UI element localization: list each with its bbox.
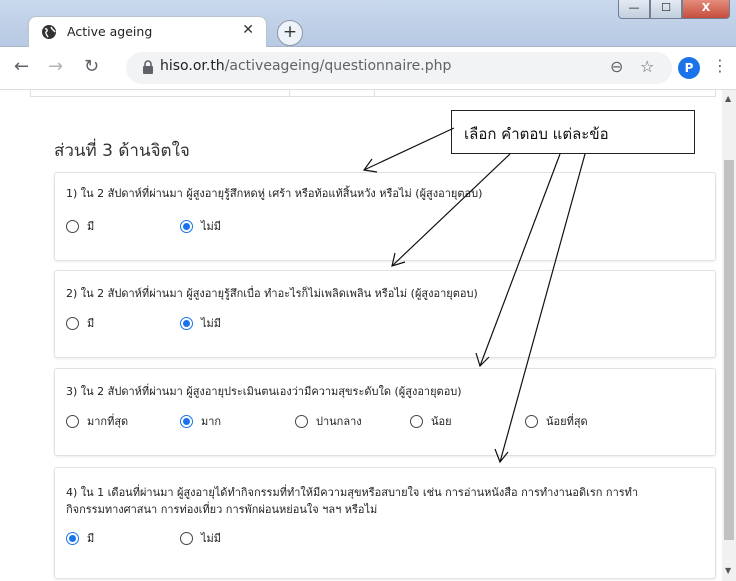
option-label: มี [87, 220, 95, 233]
question-text-line-2: กิจกรรมทางศาสนา การท่องเที่ยว การพักผ่อน… [66, 503, 378, 516]
question-text: 3) ใน 2 สัปดาห์ที่ผ่านมา ผู้สูงอายุประเม… [66, 385, 462, 398]
address-bar[interactable]: hiso.or.th/activeageing/questionnaire.ph… [126, 52, 672, 84]
radio-button[interactable] [66, 316, 79, 330]
url-text: hiso.or.th/activeageing/questionnaire.ph… [160, 58, 451, 74]
question-text: 2) ใน 2 สัปดาห์ที่ผ่านมา ผู้สูงอายุรู้สึ… [66, 287, 478, 300]
radio-button[interactable] [525, 414, 538, 428]
question-card-3: 3) ใน 2 สัปดาห์ที่ผ่านมา ผู้สูงอายุประเม… [54, 368, 716, 456]
scroll-down-arrow-icon[interactable]: ▼ [725, 566, 731, 575]
option-least[interactable]: น้อยที่สุด [525, 412, 588, 430]
back-arrow-icon[interactable]: ← [14, 56, 29, 77]
scroll-up-arrow-icon[interactable]: ▲ [725, 94, 731, 103]
option-label: ไม่มี [201, 532, 222, 545]
option-label: น้อยที่สุด [546, 415, 588, 428]
radio-button[interactable] [66, 219, 79, 233]
option-have[interactable]: มี [66, 529, 94, 547]
option-label: น้อย [431, 415, 452, 428]
callout-text: เลือก คำตอบ แต่ละข้อ [464, 125, 609, 143]
radio-button[interactable] [410, 414, 423, 428]
question-card-1: 1) ใน 2 สัปดาห์ที่ผ่านมา ผู้สูงอายุรู้สึ… [54, 172, 716, 261]
bookmark-star-icon[interactable]: ☆ [640, 57, 654, 76]
page-viewport: ส่วนที่ 3 ด้านจิตใจ 1) ใน 2 สัปดาห์ที่ผ่… [22, 90, 722, 581]
question-card-4: 4) ใน 1 เดือนที่ผ่านมา ผู้สูงอายุได้ทำกิ… [54, 467, 716, 579]
option-label: ปานกลาง [316, 415, 362, 428]
question-text: 1) ใน 2 สัปดาห์ที่ผ่านมา ผู้สูงอายุรู้สึ… [66, 187, 483, 200]
option-much[interactable]: มาก [180, 412, 221, 430]
globe-icon [42, 25, 56, 39]
radio-button[interactable] [295, 414, 308, 428]
browser-tab[interactable]: Active ageing ✕ [28, 16, 267, 47]
option-have[interactable]: มี [66, 217, 94, 235]
question-text-line-1: 4) ใน 1 เดือนที่ผ่านมา ผู้สูงอายุได้ทำกิ… [66, 486, 639, 499]
annotation-callout: เลือก คำตอบ แต่ละข้อ [451, 110, 695, 154]
browser-toolbar: ← → ↻ hiso.or.th/activeageing/questionna… [0, 47, 736, 90]
window-controls: — ☐ X [618, 0, 730, 22]
left-margin [0, 90, 22, 581]
lock-icon [143, 60, 153, 74]
option-moderate[interactable]: ปานกลาง [295, 412, 362, 430]
minimize-button[interactable]: — [618, 0, 650, 19]
radio-button[interactable] [66, 414, 79, 428]
more-menu-icon[interactable]: ⋮ [712, 56, 728, 75]
radio-button-selected[interactable] [180, 316, 193, 330]
close-window-button[interactable]: X [682, 0, 730, 19]
radio-button-selected[interactable] [180, 414, 193, 428]
option-label: ไม่มี [201, 220, 222, 233]
tab-title: Active ageing [67, 24, 153, 39]
option-most[interactable]: มากที่สุด [66, 412, 128, 430]
option-label: มากที่สุด [87, 415, 129, 428]
zoom-icon[interactable]: ⊖ [610, 57, 623, 76]
forward-arrow-icon[interactable]: → [48, 56, 63, 77]
url-path: /activeageing/questionnaire.php [224, 58, 452, 74]
vertical-scrollbar[interactable]: ▲ ▼ [722, 90, 736, 581]
new-tab-button[interactable]: + [277, 20, 303, 46]
option-little[interactable]: น้อย [410, 412, 452, 430]
option-have-not[interactable]: ไม่มี [180, 217, 221, 235]
radio-button-selected[interactable] [66, 531, 79, 545]
option-have-not[interactable]: ไม่มี [180, 314, 221, 332]
radio-button[interactable] [180, 531, 193, 545]
browser-title-bar: Active ageing ✕ + — ☐ X [0, 0, 736, 47]
tab-close-icon[interactable]: ✕ [242, 22, 254, 38]
radio-button-selected[interactable] [180, 219, 193, 233]
previous-section-card-edge [30, 90, 716, 97]
option-label: มาก [201, 415, 222, 428]
section-title: ส่วนที่ 3 ด้านจิตใจ [54, 141, 190, 161]
option-label: มี [87, 317, 95, 330]
profile-avatar[interactable]: P [678, 57, 700, 79]
url-host: hiso.or.th [160, 58, 225, 74]
scrollbar-thumb[interactable] [724, 160, 734, 540]
question-card-2: 2) ใน 2 สัปดาห์ที่ผ่านมา ผู้สูงอายุรู้สึ… [54, 270, 716, 358]
option-have-not[interactable]: ไม่มี [180, 529, 221, 547]
option-label: มี [87, 532, 95, 545]
maximize-button[interactable]: ☐ [650, 0, 682, 19]
reload-icon[interactable]: ↻ [84, 56, 99, 77]
option-have[interactable]: มี [66, 314, 94, 332]
option-label: ไม่มี [201, 317, 222, 330]
